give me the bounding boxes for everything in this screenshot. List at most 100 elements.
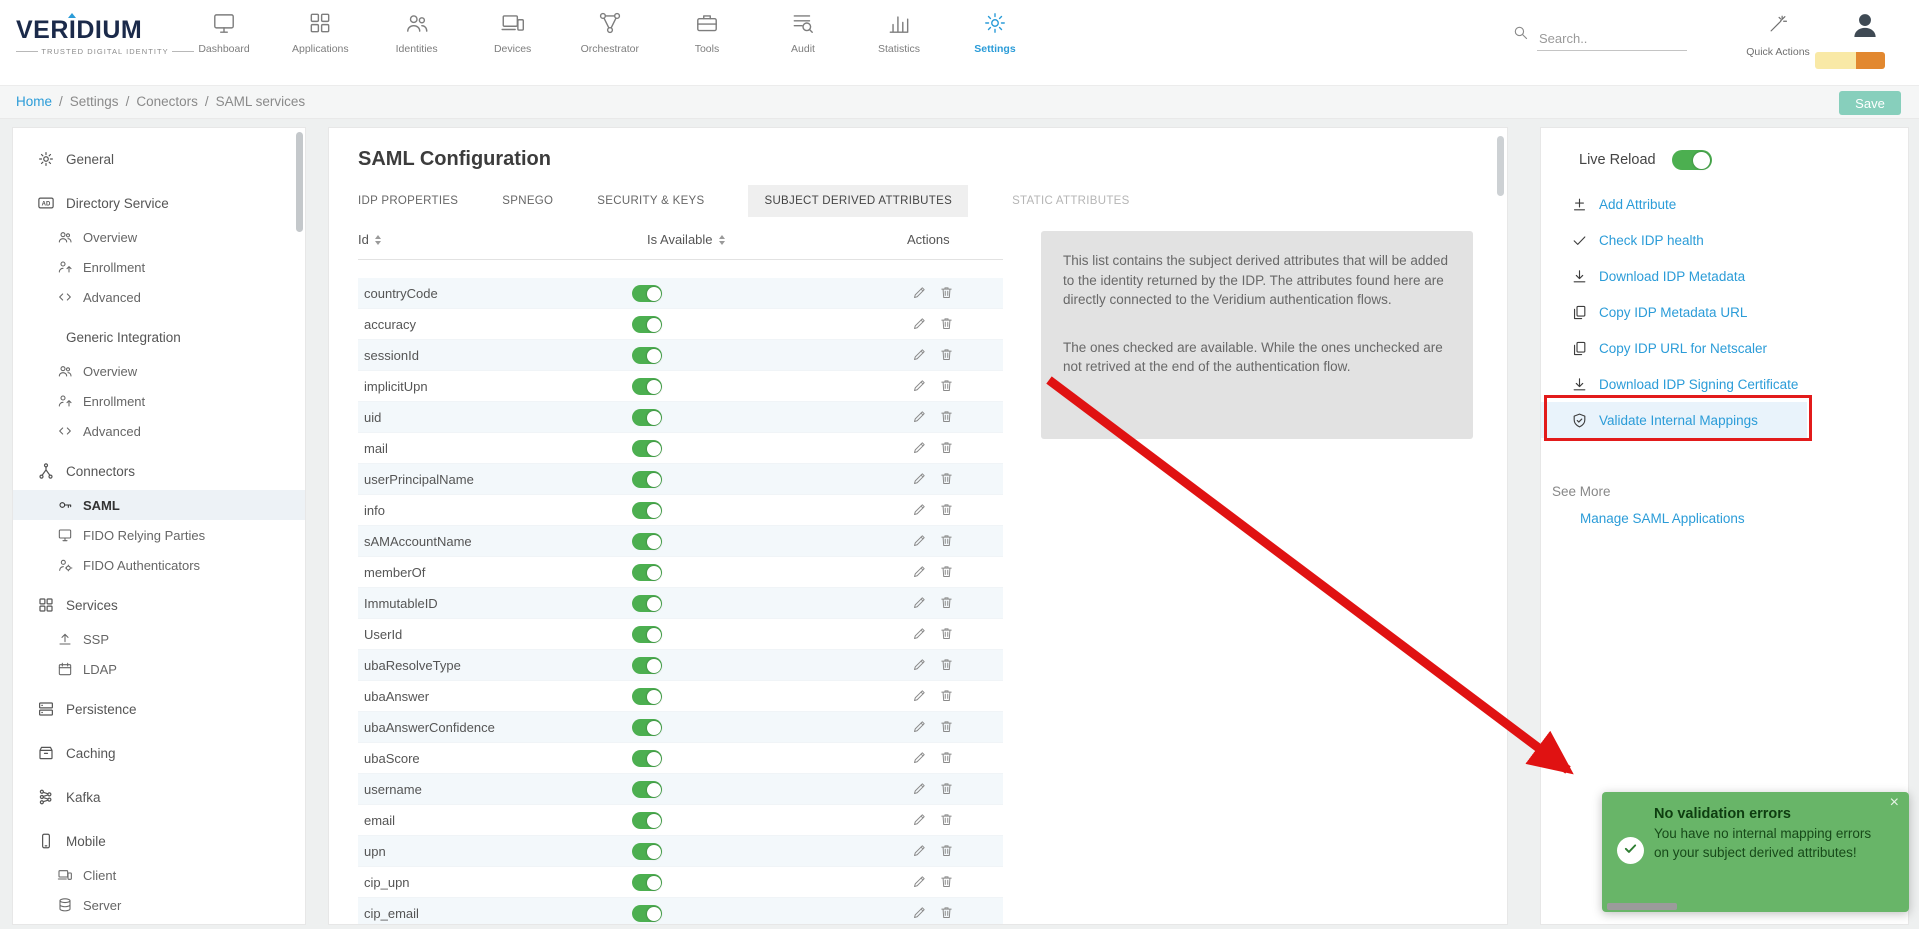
delete-button[interactable] <box>939 781 954 801</box>
edit-button[interactable] <box>912 533 927 553</box>
edit-button[interactable] <box>912 285 927 305</box>
nav-item-dashboard[interactable]: Dashboard <box>196 10 252 55</box>
delete-button[interactable] <box>939 750 954 770</box>
nav-item-statistics[interactable]: Statistics <box>871 10 927 55</box>
download-idp-metadata-action[interactable]: Download IDP Metadata <box>1541 258 1908 294</box>
delete-button[interactable] <box>939 874 954 894</box>
availability-toggle[interactable] <box>632 719 662 736</box>
main-scrollbar[interactable] <box>1497 136 1504 196</box>
breadcrumb-item-saml-services[interactable]: SAML services <box>216 94 306 109</box>
edit-button[interactable] <box>912 781 927 801</box>
availability-toggle[interactable] <box>632 626 662 643</box>
sidebar-item-persistence[interactable]: Persistence <box>13 690 305 728</box>
delete-button[interactable] <box>939 719 954 739</box>
edit-button[interactable] <box>912 688 927 708</box>
availability-toggle[interactable] <box>632 564 662 581</box>
sidebar-item-server[interactable]: Server <box>13 890 305 920</box>
sidebar-item-overview[interactable]: Overview <box>13 356 305 386</box>
edit-button[interactable] <box>912 409 927 429</box>
availability-toggle[interactable] <box>632 595 662 612</box>
availability-toggle[interactable] <box>632 874 662 891</box>
edit-button[interactable] <box>912 626 927 646</box>
edit-button[interactable] <box>912 316 927 336</box>
availability-toggle[interactable] <box>632 347 662 364</box>
tab-subject-derived-attributes[interactable]: SUBJECT DERIVED ATTRIBUTES <box>748 185 968 217</box>
check-idp-health-action[interactable]: Check IDP health <box>1541 222 1908 258</box>
copy-idp-url-for-netscaler-action[interactable]: Copy IDP URL for Netscaler <box>1541 330 1908 366</box>
breadcrumb-item-conectors[interactable]: Conectors <box>136 94 198 109</box>
availability-toggle[interactable] <box>632 502 662 519</box>
nav-item-identities[interactable]: Identities <box>389 10 445 55</box>
delete-button[interactable] <box>939 843 954 863</box>
delete-button[interactable] <box>939 471 954 491</box>
delete-button[interactable] <box>939 316 954 336</box>
edit-button[interactable] <box>912 812 927 832</box>
live-reload-toggle[interactable] <box>1672 150 1712 170</box>
delete-button[interactable] <box>939 626 954 646</box>
edit-button[interactable] <box>912 440 927 460</box>
sidebar-item-enrollment[interactable]: Enrollment <box>13 386 305 416</box>
sidebar-item-fido-authenticators[interactable]: FIDO Authenticators <box>13 550 305 580</box>
availability-toggle[interactable] <box>632 409 662 426</box>
availability-toggle[interactable] <box>632 471 662 488</box>
sidebar-item-saml[interactable]: SAML <box>13 490 305 520</box>
edit-button[interactable] <box>912 905 927 925</box>
delete-button[interactable] <box>939 378 954 398</box>
tab-idp-properties[interactable]: IDP PROPERTIES <box>358 185 458 217</box>
delete-button[interactable] <box>939 409 954 429</box>
sidebar-item-mobile[interactable]: Mobile <box>13 822 305 860</box>
edit-button[interactable] <box>912 378 927 398</box>
tab-spnego[interactable]: SPNEGO <box>502 185 553 217</box>
nav-item-tools[interactable]: Tools <box>679 10 735 55</box>
sidebar-item-advanced[interactable]: Advanced <box>13 282 305 312</box>
edit-button[interactable] <box>912 564 927 584</box>
edit-button[interactable] <box>912 843 927 863</box>
toast-close-button[interactable]: × <box>1890 795 1899 811</box>
sidebar-item-caching[interactable]: Caching <box>13 734 305 772</box>
availability-toggle[interactable] <box>632 781 662 798</box>
sidebar-item-kafka[interactable]: Kafka <box>13 778 305 816</box>
delete-button[interactable] <box>939 564 954 584</box>
delete-button[interactable] <box>939 502 954 522</box>
nav-item-audit[interactable]: Audit <box>775 10 831 55</box>
add-attribute-action[interactable]: Add Attribute <box>1541 186 1908 222</box>
availability-toggle[interactable] <box>632 440 662 457</box>
edit-button[interactable] <box>912 471 927 491</box>
edit-button[interactable] <box>912 502 927 522</box>
save-button[interactable]: Save <box>1839 91 1901 115</box>
breadcrumb-item-settings[interactable]: Settings <box>70 94 119 109</box>
sidebar-item-generic-integration[interactable]: Generic Integration <box>13 318 305 356</box>
breadcrumb-item-home[interactable]: Home <box>16 94 52 109</box>
availability-toggle[interactable] <box>632 812 662 829</box>
sidebar-item-general[interactable]: General <box>13 140 305 178</box>
sidebar-item-client[interactable]: Client <box>13 860 305 890</box>
edit-button[interactable] <box>912 750 927 770</box>
edit-button[interactable] <box>912 657 927 677</box>
sidebar-item-fido-relying-parties[interactable]: FIDO Relying Parties <box>13 520 305 550</box>
column-header-is-available[interactable]: Is Available <box>647 232 725 247</box>
delete-button[interactable] <box>939 285 954 305</box>
availability-toggle[interactable] <box>632 657 662 674</box>
copy-idp-metadata-url-action[interactable]: Copy IDP Metadata URL <box>1541 294 1908 330</box>
nav-item-devices[interactable]: Devices <box>485 10 541 55</box>
availability-toggle[interactable] <box>632 316 662 333</box>
sidebar-scrollbar[interactable] <box>296 132 303 232</box>
delete-button[interactable] <box>939 347 954 367</box>
nav-item-orchestrator[interactable]: Orchestrator <box>581 10 639 55</box>
delete-button[interactable] <box>939 440 954 460</box>
user-avatar[interactable] <box>1848 8 1882 47</box>
delete-button[interactable] <box>939 688 954 708</box>
validate-internal-mappings-action[interactable]: Validate Internal Mappings <box>1541 402 1807 438</box>
delete-button[interactable] <box>939 812 954 832</box>
download-idp-signing-certificate-action[interactable]: Download IDP Signing Certificate <box>1541 366 1908 402</box>
nav-item-settings[interactable]: Settings <box>967 10 1023 55</box>
delete-button[interactable] <box>939 657 954 677</box>
edit-button[interactable] <box>912 719 927 739</box>
column-header-id[interactable]: Id <box>358 232 381 247</box>
availability-toggle[interactable] <box>632 688 662 705</box>
search-input[interactable] <box>1537 27 1687 51</box>
edit-button[interactable] <box>912 347 927 367</box>
sidebar-item-overview[interactable]: Overview <box>13 222 305 252</box>
edit-button[interactable] <box>912 595 927 615</box>
delete-button[interactable] <box>939 905 954 925</box>
